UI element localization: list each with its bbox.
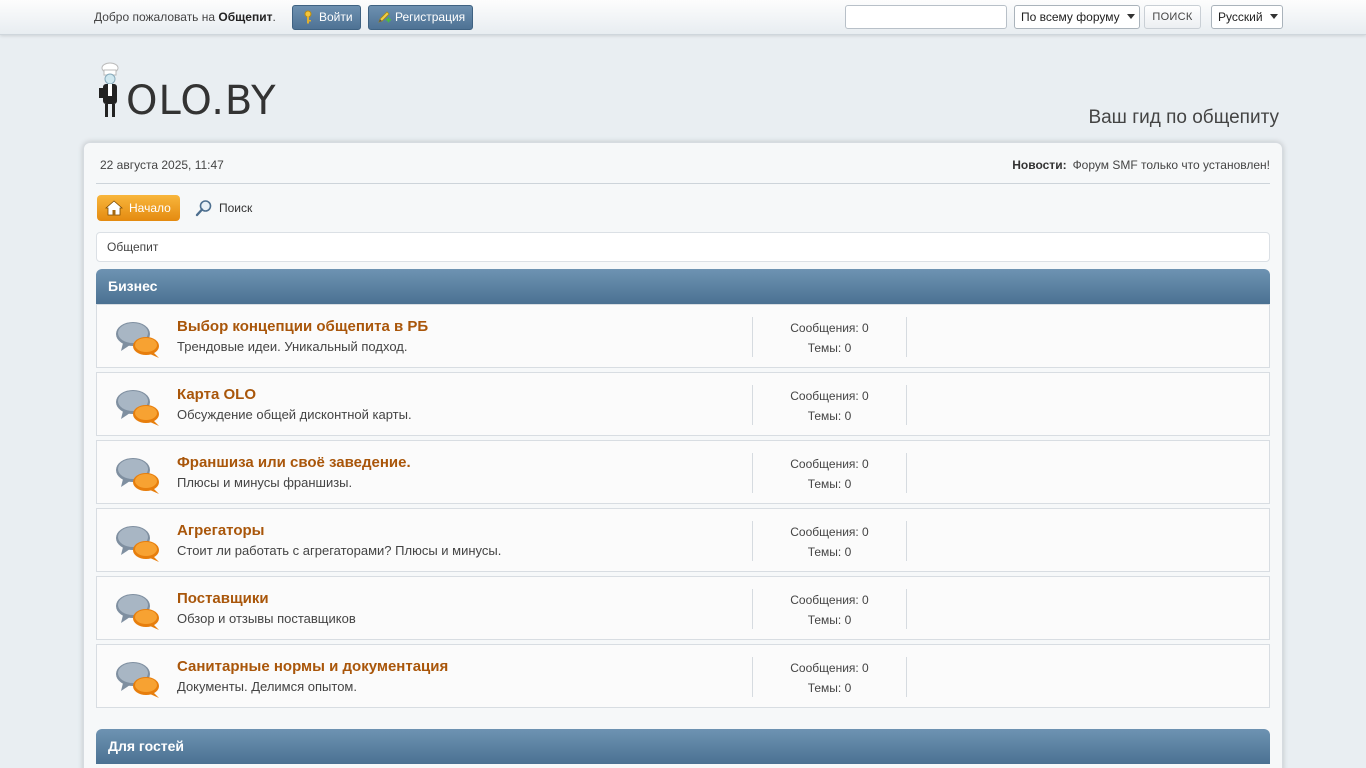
- breadcrumb-item[interactable]: Общепит: [107, 240, 158, 254]
- divider: [906, 317, 907, 357]
- board-description: Обзор и отзывы поставщиков: [177, 611, 356, 626]
- divider: [906, 385, 907, 425]
- chevron-down-icon: [1270, 14, 1278, 19]
- board-speech-bubbles-icon: [116, 458, 159, 494]
- divider: [96, 183, 1270, 184]
- board-title[interactable]: Франшиза или своё заведение.: [177, 454, 411, 471]
- board-row: Франшиза или своё заведение. Плюсы и мин…: [96, 440, 1270, 504]
- board-title[interactable]: Агрегаторы: [177, 522, 264, 539]
- chef-mascot-icon: [99, 62, 119, 117]
- nav-home-label: Начало: [129, 201, 171, 215]
- board-speech-bubbles-icon: [116, 322, 159, 358]
- nav-search-label: Поиск: [219, 201, 253, 215]
- divider: [906, 521, 907, 561]
- board-posts-count: Сообщения: 0: [790, 389, 869, 403]
- board-posts-count: Сообщения: 0: [790, 525, 869, 539]
- board-topics-count: Темы: 0: [807, 613, 852, 627]
- current-date: 22 августа 2025, 11:47: [100, 158, 224, 172]
- board-row: Агрегаторы Стоит ли работать с агрегатор…: [96, 508, 1270, 572]
- divider: [906, 657, 907, 697]
- board-title[interactable]: Санитарные нормы и документация: [177, 658, 448, 675]
- language-select[interactable]: Русский: [1211, 5, 1283, 29]
- board-title[interactable]: Карта OLO: [177, 386, 256, 403]
- board-speech-bubbles-icon: [116, 594, 159, 630]
- board-description: Стоит ли работать с агрегаторами? Плюсы …: [177, 543, 502, 558]
- top-bar: Добро пожаловать на Общепит. Войти Регис…: [0, 0, 1366, 35]
- language-value: Русский: [1218, 10, 1263, 24]
- board-description: Обсуждение общей дисконтной карты.: [177, 407, 412, 422]
- register-button[interactable]: Регистрация: [368, 5, 474, 30]
- board-posts-count: Сообщения: 0: [790, 321, 869, 335]
- pencil-icon: [378, 11, 391, 23]
- breadcrumb: Общепит: [96, 232, 1270, 262]
- board-row: Карта OLO Обсуждение общей дисконтной ка…: [96, 372, 1270, 436]
- search-scope-value: По всему форуму: [1021, 10, 1120, 24]
- site-slogan: Ваш гид по общепиту: [1088, 107, 1279, 128]
- board-topics-count: Темы: 0: [807, 545, 852, 559]
- board-description: Трендовые идеи. Уникальный подход.: [177, 339, 408, 354]
- home-icon: [105, 200, 123, 216]
- board-posts-count: Сообщения: 0: [790, 593, 869, 607]
- board-row: Поставщики Обзор и отзывы поставщиков Со…: [96, 576, 1270, 640]
- board-speech-bubbles-icon: [116, 662, 159, 698]
- category-header-guests[interactable]: Для гостей: [96, 729, 1270, 764]
- chevron-down-icon: [1127, 14, 1135, 19]
- nav-search-button[interactable]: Поиск: [195, 197, 252, 219]
- board-description: Документы. Делимся опытом.: [177, 679, 357, 694]
- search-button[interactable]: ПОИСК: [1144, 5, 1201, 29]
- register-label: Регистрация: [395, 10, 466, 24]
- board-title[interactable]: Поставщики: [177, 590, 269, 607]
- board-row: Санитарные нормы и документация Документ…: [96, 644, 1270, 708]
- board-speech-bubbles-icon: [116, 390, 159, 426]
- board-description: Плюсы и минусы франшизы.: [177, 475, 353, 490]
- login-label: Войти: [319, 10, 353, 24]
- nav-home-button[interactable]: Начало: [97, 195, 180, 221]
- news-text: Форум SMF только что установлен!: [1072, 158, 1270, 172]
- board-posts-count: Сообщения: 0: [790, 661, 869, 675]
- board-topics-count: Темы: 0: [807, 409, 852, 423]
- welcome-site-name: Общепит: [218, 10, 273, 24]
- board-topics-count: Темы: 0: [807, 341, 852, 355]
- welcome-suffix: .: [272, 10, 276, 24]
- site-logo[interactable]: OLO.BY: [96, 62, 281, 124]
- divider: [906, 453, 907, 493]
- board-topics-count: Темы: 0: [807, 477, 852, 491]
- search-input[interactable]: [845, 5, 1007, 29]
- key-icon: [304, 10, 312, 24]
- news-label: Новости:: [1012, 158, 1067, 172]
- magnifier-icon: [195, 200, 212, 217]
- welcome-prefix: Добро пожаловать на: [94, 10, 219, 24]
- board-speech-bubbles-icon: [116, 526, 159, 562]
- category-header-business[interactable]: Бизнес: [96, 269, 1270, 304]
- board-title[interactable]: Выбор концепции общепита в РБ: [177, 318, 428, 335]
- search-scope-select[interactable]: По всему форуму: [1014, 5, 1140, 29]
- board-row: Выбор концепции общепита в РБ Трендовые …: [96, 304, 1270, 368]
- news-bar: Новости: Форум SMF только что установлен!: [1012, 158, 1270, 172]
- login-button[interactable]: Войти: [292, 5, 361, 30]
- board-posts-count: Сообщения: 0: [790, 457, 869, 471]
- welcome-text: Добро пожаловать на Общепит.: [94, 10, 276, 24]
- board-topics-count: Темы: 0: [807, 681, 852, 695]
- logo-text: OLO.BY: [126, 78, 277, 124]
- divider: [906, 589, 907, 629]
